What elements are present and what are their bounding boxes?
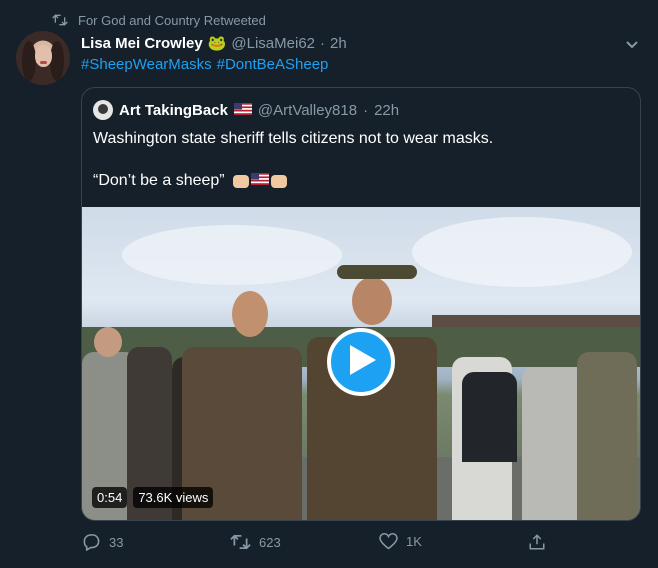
fist-icon: [232, 174, 249, 188]
quoted-tweet-timestamp[interactable]: 22h: [374, 102, 399, 119]
quoted-tweet[interactable]: Art TakingBack @ArtValley818 · 22h Washi…: [81, 87, 641, 521]
play-button[interactable]: [327, 328, 395, 396]
emoji-group: [232, 172, 287, 190]
fist-icon: [270, 174, 287, 188]
reply-icon: [82, 533, 101, 551]
retweet-button[interactable]: 623: [230, 533, 281, 551]
frog-emoji: 🐸: [207, 35, 227, 52]
quoted-author-avatar[interactable]: [93, 100, 113, 120]
tweet-header: Lisa Mei Crowley 🐸 @LisaMei62 · 2h: [81, 32, 347, 54]
reply-button[interactable]: 33: [82, 533, 123, 551]
quoted-author-handle[interactable]: @ArtValley818: [258, 102, 357, 119]
hashtag-link[interactable]: #SheepWearMasks: [81, 56, 212, 73]
share-button[interactable]: [528, 533, 546, 551]
video-duration: 0:54: [92, 487, 128, 508]
video-views: 73.6K views: [133, 487, 214, 508]
quoted-tweet-text-line2: “Don’t be a sheep”: [93, 172, 287, 190]
quoted-tweet-header: Art TakingBack @ArtValley818 · 22h: [93, 100, 399, 120]
retweet-count: 623: [259, 534, 281, 550]
retweeted-by-row[interactable]: For God and Country Retweeted: [52, 11, 266, 29]
heart-icon: [379, 533, 398, 550]
quoted-tweet-quote: “Don’t be a sheep”: [93, 172, 225, 189]
tweet-actions: 33 623 1K: [82, 533, 552, 555]
us-flag-icon: [233, 102, 252, 119]
hashtag-link[interactable]: #DontBeASheep: [217, 56, 329, 73]
tweet[interactable]: For God and Country Retweeted Lisa Mei C…: [0, 0, 658, 568]
retweet-icon: [52, 13, 68, 27]
author-avatar[interactable]: [16, 31, 70, 85]
like-button[interactable]: 1K: [379, 533, 422, 550]
quoted-tweet-text: Washington state sheriff tells citizens …: [93, 130, 494, 147]
video-player[interactable]: 0:54 73.6K views: [82, 207, 640, 520]
author-handle[interactable]: @LisaMei62: [231, 35, 315, 52]
reply-count: 33: [109, 534, 124, 550]
quoted-author-display-name[interactable]: Art TakingBack: [119, 102, 228, 119]
separator-dot: ·: [363, 101, 369, 119]
chevron-down-icon[interactable]: [624, 36, 640, 52]
retweet-icon: [230, 533, 251, 551]
us-flag-icon: [250, 172, 269, 190]
play-icon: [346, 344, 376, 380]
author-display-name[interactable]: Lisa Mei Crowley: [81, 35, 203, 52]
tweet-timestamp[interactable]: 2h: [330, 35, 347, 52]
separator-dot: ·: [320, 34, 326, 52]
share-icon: [528, 533, 546, 551]
like-count: 1K: [406, 534, 422, 549]
retweeted-by-text: For God and Country Retweeted: [78, 12, 266, 28]
tweet-text: #SheepWearMasks #DontBeASheep: [81, 56, 328, 73]
video-meta: 0:54 73.6K views: [92, 487, 214, 508]
